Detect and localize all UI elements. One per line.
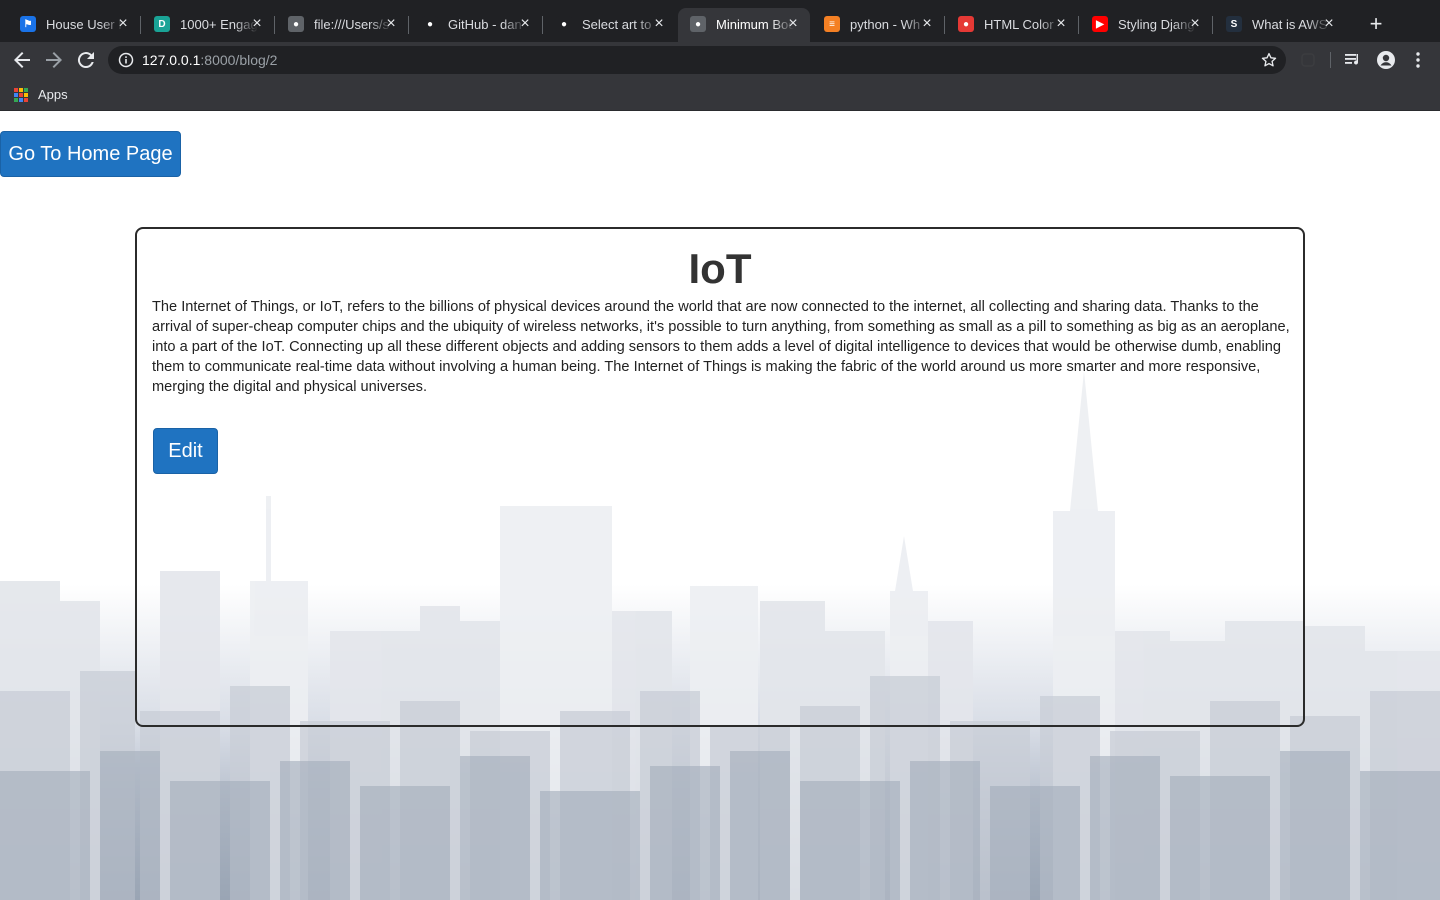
- extension-icon[interactable]: [1298, 50, 1318, 70]
- apps-shortcut[interactable]: Apps: [14, 87, 68, 102]
- apps-label: Apps: [38, 87, 68, 102]
- tab-favicon-icon: ≡: [824, 16, 840, 32]
- tab-title: What is AWS: [1252, 17, 1328, 32]
- tab-strip: ⚑ House User I × D 1000+ Engag × ● file:///User…: [0, 0, 1440, 42]
- post-body: The Internet of Things, or IoT, refers t…: [152, 299, 1290, 395]
- browser-tab[interactable]: ● GitHub - dan ×: [410, 8, 542, 42]
- blog-post-card: IoT The Internet of Things, or IoT, refe…: [135, 227, 1305, 727]
- tab-favicon-icon: ●: [958, 16, 974, 32]
- tab-separator: [274, 16, 275, 34]
- tab-favicon-icon: ●: [422, 16, 438, 32]
- back-icon[interactable]: [10, 48, 34, 72]
- reload-icon[interactable]: [74, 48, 98, 72]
- tab-title: 1000+ Engag: [180, 17, 258, 32]
- tab-close-icon[interactable]: ×: [1320, 15, 1338, 33]
- tab-title: House User I: [46, 17, 122, 32]
- tab-title: GitHub - dan: [448, 17, 522, 32]
- tab-favicon-icon: S: [1226, 16, 1242, 32]
- new-tab-button[interactable]: +: [1364, 12, 1388, 36]
- address-bar[interactable]: 127.0.0.1:8000/blog/2: [108, 46, 1286, 74]
- post-title: IoT: [688, 245, 752, 292]
- profile-avatar-icon[interactable]: [1376, 50, 1396, 70]
- tab-separator: [1212, 16, 1213, 34]
- browser-tab[interactable]: ● Select art to ×: [544, 8, 676, 42]
- site-info-icon[interactable]: [118, 52, 134, 68]
- browser-tab[interactable]: S What is AWS ×: [1214, 8, 1346, 42]
- tab-title: python - Wh: [850, 17, 921, 32]
- browser-toolbar: 127.0.0.1:8000/blog/2: [0, 42, 1440, 78]
- tab-favicon-icon: ●: [556, 16, 572, 32]
- tab-close-icon[interactable]: ×: [248, 15, 266, 33]
- url-path: :8000/blog/2: [200, 52, 278, 68]
- edit-post-button[interactable]: Edit: [153, 428, 218, 474]
- toolbar-divider: [1330, 52, 1331, 68]
- tab-title: file:///Users/s: [314, 17, 390, 32]
- tab-favicon-icon: ●: [690, 16, 706, 32]
- browser-tab[interactable]: D 1000+ Engag ×: [142, 8, 274, 42]
- tab-separator: [944, 16, 945, 34]
- tab-close-icon[interactable]: ×: [1052, 15, 1070, 33]
- tab-favicon-icon: D: [154, 16, 170, 32]
- tab-close-icon[interactable]: ×: [918, 15, 936, 33]
- browser-tab[interactable]: ⚑ House User I ×: [8, 8, 140, 42]
- tab-separator: [1078, 16, 1079, 34]
- browser-tab[interactable]: ● Minimum Boo ×: [678, 8, 810, 42]
- go-home-button[interactable]: Go To Home Page: [0, 131, 181, 177]
- tab-close-icon[interactable]: ×: [784, 15, 802, 33]
- tab-separator: [140, 16, 141, 34]
- url-host: 127.0.0.1: [142, 52, 201, 68]
- tab-favicon-icon: ⚑: [20, 16, 36, 32]
- tab-title: Minimum Boo: [716, 17, 794, 32]
- apps-grid-icon: [14, 87, 28, 102]
- menu-kebab-icon[interactable]: [1408, 50, 1428, 70]
- url-text: 127.0.0.1:8000/blog/2: [142, 52, 277, 68]
- tab-close-icon[interactable]: ×: [382, 15, 400, 33]
- forward-icon[interactable]: [42, 48, 66, 72]
- tab-favicon-icon: ●: [288, 16, 304, 32]
- tab-favicon-icon: ▶: [1092, 16, 1108, 32]
- tab-separator: [408, 16, 409, 34]
- tab-close-icon[interactable]: ×: [650, 15, 668, 33]
- tab-separator: [542, 16, 543, 34]
- page-viewport: Go To Home Page IoT The Internet of Thin…: [0, 111, 1440, 900]
- tab-close-icon[interactable]: ×: [1186, 15, 1204, 33]
- bookmarks-bar: Apps: [0, 78, 1440, 111]
- tab-title: HTML Color: [984, 17, 1054, 32]
- browser-tab[interactable]: ▶ Styling Djang ×: [1080, 8, 1212, 42]
- browser-tab[interactable]: ● file:///Users/s ×: [276, 8, 408, 42]
- tab-close-icon[interactable]: ×: [114, 15, 132, 33]
- browser-tab[interactable]: ● HTML Color ×: [946, 8, 1078, 42]
- browser-tab[interactable]: ≡ python - Wh ×: [812, 8, 944, 42]
- tab-title: Styling Djang: [1118, 17, 1195, 32]
- media-queue-icon[interactable]: [1343, 50, 1363, 70]
- tab-title: Select art to: [582, 17, 652, 32]
- tab-close-icon[interactable]: ×: [516, 15, 534, 33]
- bookmark-star-icon[interactable]: [1260, 51, 1278, 69]
